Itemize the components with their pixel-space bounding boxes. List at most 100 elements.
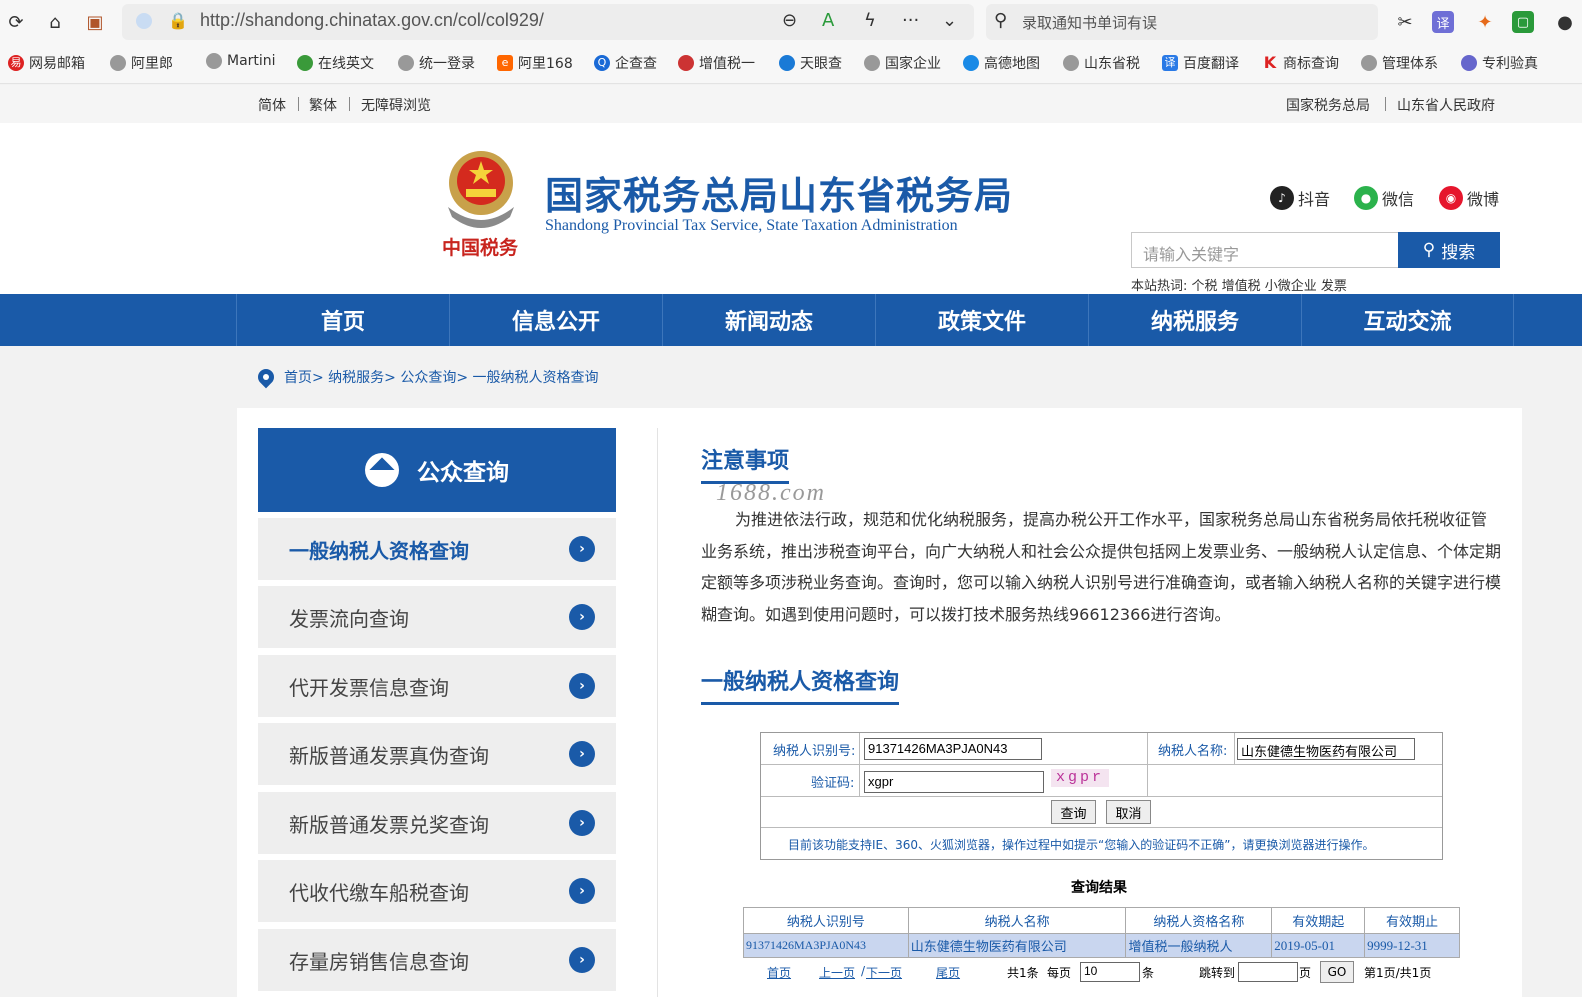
chevron-down-icon[interactable]: ⌄ (942, 10, 957, 31)
captcha-image[interactable]: xgpr (1051, 769, 1109, 787)
game-icon[interactable]: ✦ (1472, 9, 1498, 35)
sidebar-item-invoice-lottery[interactable]: 新版普通发票兑奖查询 › (258, 792, 616, 854)
bookmark-item[interactable]: e 阿里168 (497, 53, 573, 73)
first-page-link[interactable]: 首页 (767, 964, 791, 981)
bookmark-item[interactable]: 管理体系 (1361, 53, 1438, 73)
sidebar-item-taxpayer-qualification[interactable]: 一般纳税人资格查询 › (258, 518, 616, 580)
query-button[interactable]: 查询 (1051, 800, 1096, 824)
scissors-icon[interactable]: ✂ (1392, 9, 1418, 35)
nav-item-interaction[interactable]: 互动交流 (1301, 294, 1514, 346)
site-search-input[interactable]: 请输入关键字 (1131, 232, 1399, 268)
weibo-link[interactable]: ◉ 微博 (1439, 186, 1499, 210)
bookmark-item[interactable]: Martini (206, 53, 276, 69)
column-header: 纳税人资格名称 (1125, 907, 1273, 934)
site-header: 中国税务 国家税务总局山东省税务局 Shandong Provincial Ta… (0, 123, 1582, 294)
simplified-link[interactable]: 简体 (258, 95, 286, 115)
address-bar[interactable]: 🔒 http://shandong.chinatax.gov.cn/col/co… (122, 4, 974, 40)
notice-text: 为推进依法行政，规范和优化纳税服务，提高办税公开工作水平，国家税务总局山东省税务… (701, 510, 1502, 624)
table-row[interactable]: 91371426MA3PJA0N43 山东健德生物医药有限公司 增值税一般纳税人… (743, 933, 1460, 958)
table-cell: 9999-12-31 (1364, 933, 1460, 958)
wechat-icon: ● (1354, 186, 1378, 210)
bookmark-item[interactable]: 阿里郎 (110, 53, 173, 73)
browser-search[interactable]: ⚲ 录取通知书单词有误 (986, 4, 1378, 40)
chevron-right-icon: › (569, 604, 595, 630)
bookmark-item[interactable]: 译百度翻译 (1162, 53, 1239, 73)
traditional-link[interactable]: 繁体 (309, 95, 337, 115)
last-page-link[interactable]: 尾页 (936, 964, 960, 981)
wechat-link[interactable]: ● 微信 (1354, 186, 1414, 210)
bookmark-item[interactable]: 山东省税 (1063, 53, 1140, 73)
bookmark-item[interactable]: Q 企查查 (594, 53, 657, 73)
bookmark-item[interactable]: 天眼查 (779, 53, 842, 73)
nav-item-policy[interactable]: 政策文件 (875, 294, 1088, 346)
nav-item-info[interactable]: 信息公开 (449, 294, 662, 346)
site-title[interactable]: 国家税务总局山东省税务局 (545, 165, 1013, 220)
read-aloud-icon[interactable]: A (822, 10, 834, 31)
notice-title: 注意事项 (701, 443, 790, 484)
site-search-button[interactable]: ⚲ 搜索 (1398, 232, 1500, 268)
home-icon[interactable]: ⌂ (42, 9, 68, 35)
tax-emblem-logo[interactable]: 中国税务 (436, 145, 526, 260)
sidebar-item-invoice-flow[interactable]: 发票流向查询 › (258, 586, 616, 648)
go-button[interactable]: GO (1320, 961, 1354, 983)
nav-item-news[interactable]: 新闻动态 (662, 294, 875, 346)
captcha-input[interactable]: xgpr (864, 771, 1044, 793)
bookmark-item[interactable]: 专利验真 (1461, 53, 1538, 73)
chevron-right-icon: › (569, 536, 595, 562)
cancel-button[interactable]: 取消 (1106, 800, 1151, 824)
extension-icon[interactable]: ▢ (1512, 11, 1534, 33)
sidebar-item-invoice-verify[interactable]: 新版普通发票真伪查询 › (258, 723, 616, 785)
profile-icon[interactable]: ● (1552, 9, 1578, 35)
bookmark-item[interactable]: 易网易邮箱 (8, 53, 85, 73)
pagination: 首页 上一页 / 下一页 尾页 共1条 每页 10 条 跳转到 页 GO 第1页… (767, 961, 1467, 984)
gov-link[interactable]: 山东省人民政府 (1397, 95, 1495, 115)
bookmark-item[interactable]: 统一登录 (398, 53, 475, 73)
globe-icon (1063, 55, 1079, 71)
pager-slash: / (861, 964, 866, 978)
hot-words[interactable]: 本站热词: 个税 增值税 小微企业 发票 (1131, 275, 1347, 294)
column-header: 有效期止 (1364, 907, 1460, 934)
bookmark-item[interactable]: 在线英文 (297, 53, 374, 73)
taxpayer-id-input[interactable]: 91371426MA3PJA0N43 (864, 738, 1042, 760)
page-status: 第1页/共1页 (1364, 966, 1432, 980)
more-icon[interactable]: ··· (902, 10, 919, 31)
refresh-icon[interactable]: ⟳ (3, 9, 29, 35)
bookmarks-bar: 易网易邮箱 阿里郎 Martini 在线英文 统一登录 e 阿里168 Q 企查查 … (0, 44, 1582, 84)
nav-item-home[interactable]: 首页 (236, 294, 449, 346)
column-header: 纳税人识别号 (743, 907, 909, 934)
lightning-icon[interactable]: ϟ (864, 10, 876, 31)
prev-page-link[interactable]: 上一页 (819, 964, 855, 981)
total-count: 共1条 (1007, 966, 1039, 980)
browser-search-text[interactable]: 录取通知书单词有误 (1022, 12, 1157, 33)
bookmark-item[interactable]: 高德地图 (963, 53, 1040, 73)
zoom-icon[interactable]: ⊖ (782, 10, 797, 31)
goto-page-input[interactable] (1238, 962, 1298, 982)
divider (349, 97, 350, 111)
sidebar-item-housing-sales[interactable]: 存量房销售信息查询 › (258, 929, 616, 991)
state-tax-link[interactable]: 国家税务总局 (1286, 95, 1370, 115)
douyin-link[interactable]: ♪ 抖音 (1270, 186, 1330, 210)
bookmark-item[interactable]: K 商标查询 (1262, 53, 1339, 73)
bookmark-item[interactable]: 增值税一 (678, 53, 755, 73)
briefcase-icon[interactable]: ▣ (82, 9, 108, 35)
accessible-link[interactable]: 无障碍浏览 (361, 95, 431, 115)
form-row (761, 797, 1442, 828)
url-text[interactable]: http://shandong.chinatax.gov.cn/col/col9… (200, 10, 544, 31)
translate-icon[interactable]: 译 (1432, 11, 1454, 33)
per-page-input[interactable]: 10 (1080, 962, 1140, 982)
breadcrumb-text[interactable]: 首页> 纳税服务> 公众查询> 一般纳税人资格查询 (284, 367, 599, 387)
watermark-text: 1688.com (716, 480, 826, 506)
goto-label: 跳转到 (1199, 966, 1236, 980)
nav-item-service[interactable]: 纳税服务 (1088, 294, 1301, 346)
insecure-lock-icon[interactable]: 🔒 (168, 11, 188, 30)
sidebar-item-vehicle-tax[interactable]: 代收代缴车船税查询 › (258, 860, 616, 922)
location-pin-icon (254, 365, 278, 389)
baidu-translate-icon: 译 (1162, 55, 1178, 71)
sidebar-item-proxy-invoice[interactable]: 代开发票信息查询 › (258, 655, 616, 717)
table-cell: 91371426MA3PJA0N43 (743, 933, 909, 958)
taxpayer-name-input[interactable]: 山东健德生物医药有限公司 (1237, 738, 1415, 760)
bookmark-item[interactable]: 国家企业 (864, 53, 941, 73)
site-subtitle: Shandong Provincial Tax Service, State T… (545, 217, 958, 234)
divider (1385, 97, 1386, 111)
next-page-link[interactable]: 下一页 (866, 964, 902, 981)
